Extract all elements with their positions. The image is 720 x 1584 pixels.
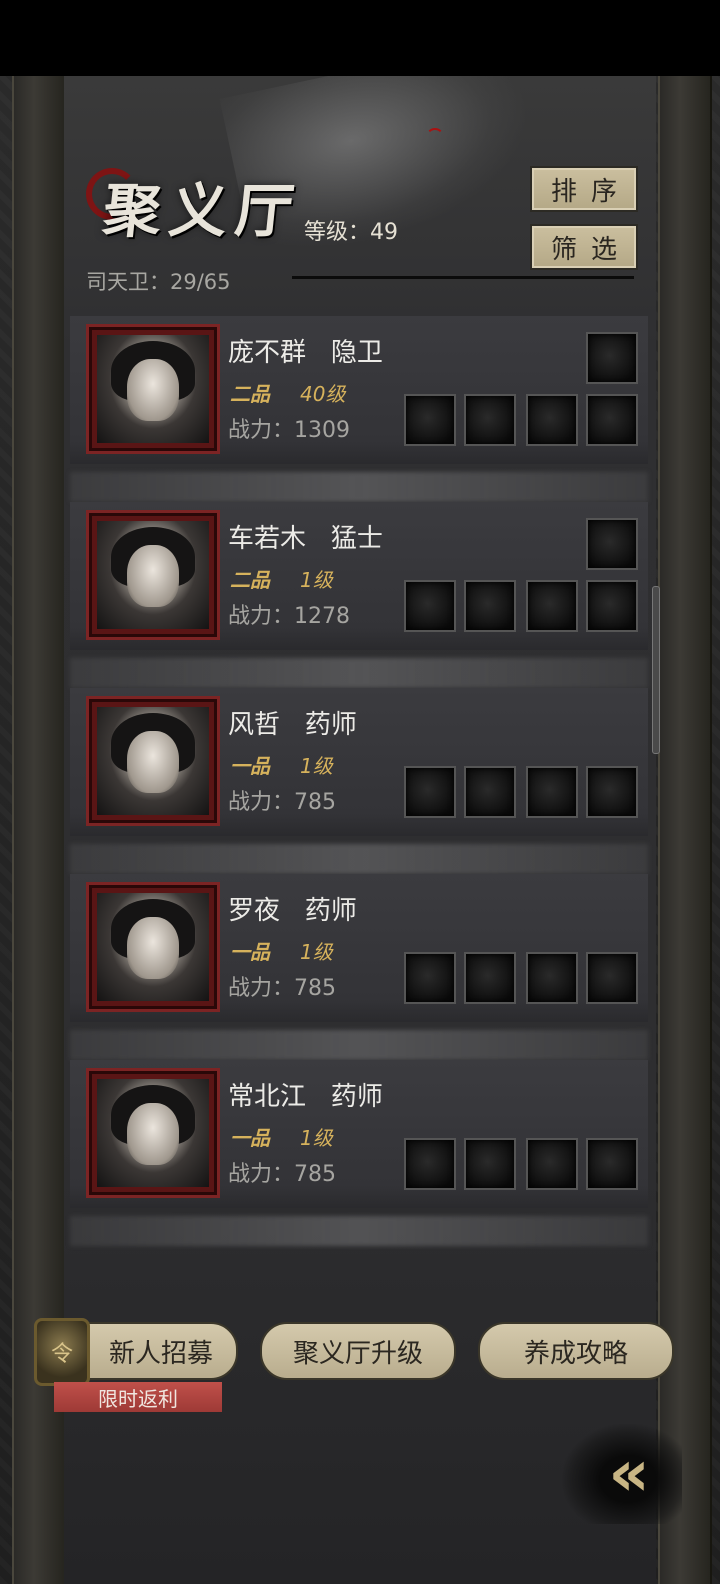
sort-button[interactable]: 排序 bbox=[530, 166, 638, 212]
equipment-slot[interactable] bbox=[586, 952, 638, 1004]
equipment-slot[interactable] bbox=[586, 1138, 638, 1190]
guide-button[interactable]: 养成攻略 bbox=[478, 1322, 674, 1380]
member-power: 战力：785 bbox=[228, 976, 336, 1001]
hall-level: 等级：49 bbox=[304, 220, 398, 245]
equipment-slot[interactable] bbox=[404, 394, 456, 446]
member-role: 药师 bbox=[304, 710, 357, 740]
scrollbar[interactable] bbox=[652, 586, 660, 754]
member-card[interactable]: 常北江 药师 一品 1级 战力：785 bbox=[70, 1060, 648, 1208]
portrait bbox=[86, 324, 220, 454]
equipment-slot[interactable] bbox=[526, 1138, 578, 1190]
member-card[interactable]: 车若木 猛士 二品 1级 战力：1278 bbox=[70, 502, 648, 650]
equipment-slot[interactable] bbox=[464, 394, 516, 446]
member-name: 车若木 猛士 bbox=[228, 524, 383, 554]
equipment-slot[interactable] bbox=[586, 394, 638, 446]
equipment-slot[interactable] bbox=[464, 952, 516, 1004]
portrait bbox=[86, 1068, 220, 1198]
member-name: 风哲 药师 bbox=[228, 710, 357, 740]
member-name: 罗夜 药师 bbox=[228, 896, 357, 926]
equipment-slot[interactable] bbox=[464, 580, 516, 632]
equipment-slot[interactable] bbox=[404, 580, 456, 632]
limited-rebate-badge: 限时返利 bbox=[54, 1382, 222, 1412]
member-grade: 二品 1级 bbox=[230, 568, 333, 592]
equipment-slot[interactable] bbox=[526, 580, 578, 632]
equipment-slot[interactable] bbox=[586, 518, 638, 570]
member-role: 猛士 bbox=[330, 524, 383, 554]
back-arrow-icon[interactable]: « bbox=[562, 1424, 682, 1524]
hall-upgrade-button[interactable]: 聚义厅升级 bbox=[260, 1322, 456, 1380]
portrait bbox=[86, 696, 220, 826]
recruit-token-icon[interactable]: 令 bbox=[34, 1318, 90, 1386]
equipment-slot[interactable] bbox=[404, 1138, 456, 1190]
recruit-label: 新人招募 bbox=[108, 1338, 213, 1369]
member-grade: 一品 1级 bbox=[230, 940, 333, 964]
equipment-slot[interactable] bbox=[464, 766, 516, 818]
equipment-slot[interactable] bbox=[586, 580, 638, 632]
member-card[interactable]: 庞不群 隐卫 二品 40级 战力：1309 bbox=[70, 316, 648, 464]
crane-eye-decoration bbox=[426, 128, 444, 146]
member-role: 隐卫 bbox=[330, 338, 383, 368]
member-power: 战力：785 bbox=[228, 1162, 336, 1187]
equipment-slot[interactable] bbox=[464, 1138, 516, 1190]
member-role: 药师 bbox=[330, 1082, 383, 1112]
equipment-slot[interactable] bbox=[526, 952, 578, 1004]
member-grade: 一品 1级 bbox=[230, 1126, 333, 1150]
member-level: 1级 bbox=[300, 1126, 333, 1150]
member-level: 1级 bbox=[300, 568, 333, 592]
member-power: 战力：1278 bbox=[228, 604, 350, 629]
page-title: 聚义厅 bbox=[99, 177, 306, 245]
member-grade: 一品 1级 bbox=[230, 754, 333, 778]
equipment-slot[interactable] bbox=[526, 394, 578, 446]
member-level: 40级 bbox=[300, 382, 346, 406]
equipment-slot[interactable] bbox=[526, 766, 578, 818]
portrait bbox=[86, 510, 220, 640]
member-power: 战力：1309 bbox=[228, 418, 350, 443]
equipment-slot[interactable] bbox=[404, 766, 456, 818]
member-card[interactable]: 罗夜 药师 一品 1级 战力：785 bbox=[70, 874, 648, 1022]
member-card[interactable]: 风哲 药师 一品 1级 战力：785 bbox=[70, 688, 648, 836]
member-role: 药师 bbox=[304, 896, 357, 926]
equipment-slot[interactable] bbox=[404, 952, 456, 1004]
equipment-slot[interactable] bbox=[586, 766, 638, 818]
member-name: 庞不群 隐卫 bbox=[228, 338, 383, 368]
member-count: 司天卫：29/65 bbox=[86, 270, 231, 294]
member-level: 1级 bbox=[300, 754, 333, 778]
filter-button[interactable]: 筛选 bbox=[530, 224, 638, 270]
divider bbox=[292, 276, 634, 279]
member-power: 战力：785 bbox=[228, 790, 336, 815]
status-bar bbox=[0, 0, 720, 76]
portrait bbox=[86, 882, 220, 1012]
member-grade: 二品 40级 bbox=[230, 382, 346, 406]
member-name: 常北江 药师 bbox=[228, 1082, 383, 1112]
equipment-slot[interactable] bbox=[586, 332, 638, 384]
member-level: 1级 bbox=[300, 940, 333, 964]
